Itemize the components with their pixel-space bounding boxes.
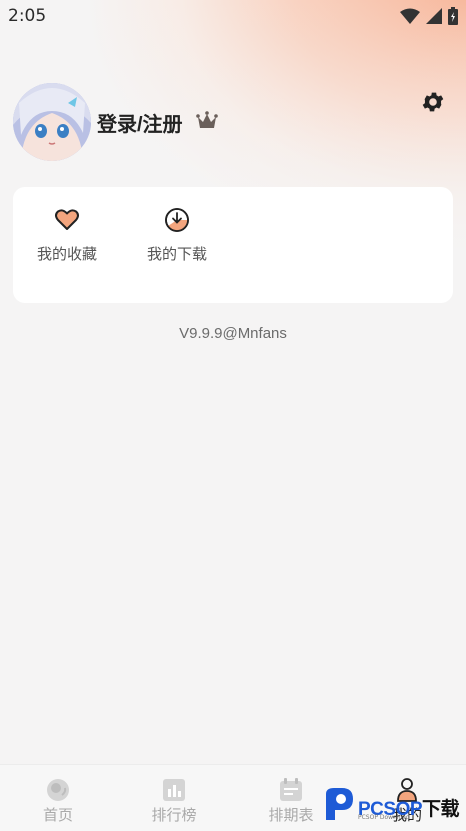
battery-icon xyxy=(448,7,458,25)
tab-home-label: 首页 xyxy=(42,806,73,824)
download-icon xyxy=(165,208,189,232)
watermark-suffix: 下载 xyxy=(422,799,460,820)
tab-home[interactable]: 首页 xyxy=(13,777,103,825)
avatar[interactable] xyxy=(13,83,91,161)
status-icons xyxy=(400,6,458,26)
heart-icon xyxy=(55,209,79,230)
status-bar: 2:05 xyxy=(0,0,466,32)
calendar-icon xyxy=(280,778,302,801)
version-text: V9.9.9@Mnfans xyxy=(179,325,287,342)
downloads-label: 我的下载 xyxy=(146,245,207,263)
home-icon xyxy=(47,779,69,801)
watermark-logo: PCSOP下载 PCSOP Download xyxy=(322,786,462,826)
favorites-label: 我的收藏 xyxy=(36,245,97,263)
crown-icon xyxy=(196,111,218,128)
favorites-button[interactable]: 我的收藏 xyxy=(27,207,107,264)
avatar-illustration xyxy=(13,83,91,161)
watermark-sub: PCSOP Download xyxy=(358,814,410,821)
downloads-button[interactable]: 我的下载 xyxy=(137,207,217,264)
gear-icon[interactable] xyxy=(420,89,446,115)
status-time: 2:05 xyxy=(8,6,47,26)
tab-ranking-label: 排行榜 xyxy=(151,806,197,824)
ranking-icon xyxy=(163,779,185,801)
shortcuts-card: 我的收藏 我的下载 xyxy=(13,187,453,303)
login-register-link[interactable]: 登录/注册 xyxy=(97,108,183,137)
wifi-icon xyxy=(400,8,420,24)
tab-ranking[interactable]: 排行榜 xyxy=(129,777,219,825)
watermark-p-icon xyxy=(326,788,353,820)
signal-icon xyxy=(426,8,442,24)
